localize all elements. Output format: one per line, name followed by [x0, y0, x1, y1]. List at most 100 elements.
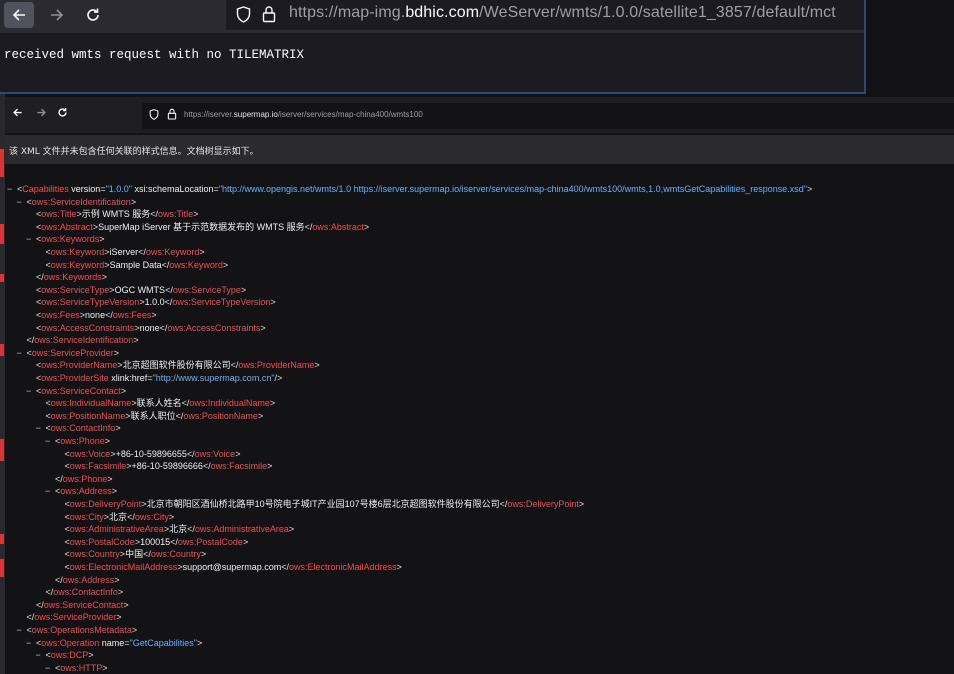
xml-tag-name: ows:AccessConstraints [41, 322, 135, 333]
xml-bracket: </ [36, 599, 44, 610]
xml-text: Sample Data [109, 259, 162, 270]
xml-line: − <ows:ServiceContact> [26, 385, 126, 397]
xml-tag-name: ows:Title [157, 209, 194, 220]
xml-bracket: > [260, 322, 266, 333]
collapse-toggle-icon[interactable]: − [36, 649, 46, 661]
xml-tag-name: ows:PositionName [50, 410, 126, 421]
collapse-toggle-icon[interactable]: − [45, 662, 55, 674]
background-red-mark [0, 559, 4, 577]
xml-line: − <ows:Operation name="GetCapabilities"> [26, 637, 202, 649]
xml-tag-name: ows:Keyword [145, 247, 200, 257]
xml-attr-name: xlink:href [108, 373, 148, 383]
xml-tag-name: ows:ServiceIdentification [34, 335, 134, 346]
xml-line: <ows:Facsimile>+86-10-59896666</ows:Facs… [55, 460, 273, 472]
xml-line: <ows:ProviderName>北京超图软件股份有限公司</ows:Prov… [26, 359, 320, 371]
xml-bracket: > [114, 574, 120, 585]
collapse-toggle-icon[interactable]: − [17, 624, 27, 636]
url-prefix: https://iserver. [184, 110, 234, 119]
xml-tag-name: ows:City [69, 511, 104, 522]
url-bar[interactable]: https://map-img.bdhic.com/WeServer/wmts/… [226, 0, 864, 30]
back-button[interactable] [4, 2, 34, 28]
xml-tag-name: ows:HTTP [60, 662, 103, 673]
collapse-toggle-icon[interactable]: − [26, 233, 36, 245]
xml-line: <ows:Keyword>Sample Data</ows:Keyword> [36, 259, 229, 271]
url-text: https://iserver.supermap.io/iserver/serv… [184, 110, 423, 119]
xml-bracket: </ [170, 536, 178, 547]
xml-bracket: > [151, 310, 157, 320]
collapse-toggle-icon[interactable]: − [45, 485, 55, 497]
xml-line: </ows:Phone> [45, 473, 113, 485]
xml-bracket: > [363, 221, 370, 232]
xml-tag-name: ows:Keyword [50, 247, 105, 257]
xml-bracket: > [396, 562, 402, 572]
xml-text: 中国 [125, 549, 144, 560]
xml-text: none [139, 322, 160, 333]
xml-text: 联系人姓名 [136, 398, 182, 409]
arrow-left-icon[interactable] [12, 107, 23, 118]
xml-text: 示例 WMTS 服务 [81, 209, 151, 220]
xml-bracket: > [270, 297, 276, 308]
reload-icon [87, 8, 99, 21]
xml-tag-name: ows:ServiceProvider [31, 347, 114, 358]
xml-line: − <Capabilities version="1.0.0" xsi:schem… [7, 183, 812, 195]
lock-icon[interactable] [167, 108, 177, 120]
xml-line: <ows:ElectronicMailAddress>support@super… [55, 561, 402, 573]
url-prefix: https://map-img. [289, 4, 406, 21]
xml-bracket: > [240, 284, 247, 295]
error-message: received wmts request with no TILEMATRIX [4, 48, 305, 62]
xml-bracket: > [197, 637, 203, 648]
url-path: /iserver/services/map-china400/wmts100 [277, 110, 423, 119]
xml-line: <ows:Keyword>iServer</ows:Keyword> [36, 246, 205, 258]
xml-line: <ows:PostalCode>100015</ows:PostalCode> [55, 536, 249, 548]
collapse-toggle-icon[interactable]: − [36, 422, 46, 434]
xml-text: 北京超图软件股份有限公司 [122, 360, 231, 371]
xml-tag-name: ows:PositionName [183, 410, 258, 421]
background-red-mark [0, 274, 4, 282]
xml-style-notice: 该 XML 文件并未包含任何关联的样式信息。文档树显示如下。 [5, 135, 954, 164]
collapse-toggle-icon[interactable]: − [7, 183, 17, 195]
xml-tag-name: ows:AccessConstraints [167, 322, 261, 333]
forward-button[interactable] [42, 2, 72, 28]
xml-bracket: </ [150, 209, 158, 220]
arrow-right-icon[interactable] [36, 107, 47, 118]
xml-line: − <ows:Address> [45, 485, 117, 497]
lock-icon[interactable] [262, 5, 276, 23]
arrow-left-icon [12, 9, 25, 21]
collapse-toggle-icon[interactable]: − [26, 637, 36, 649]
xml-text: 北京市朝阳区酒仙桥北路甲10号院电子城IT产业园107号楼6层北京超图软件股份有… [146, 499, 500, 509]
xml-tag-name: ows:ElectronicMailAddress [69, 562, 178, 572]
xml-bracket: > [133, 335, 139, 346]
xml-tag-name: ows:ServiceType [172, 284, 241, 295]
xml-bracket: > [117, 587, 124, 598]
collapse-toggle-icon[interactable]: − [45, 435, 55, 447]
xml-bracket: </ [186, 448, 195, 459]
arrow-right-icon [51, 9, 64, 21]
collapse-toggle-icon[interactable]: − [17, 196, 27, 208]
xml-tag-name: ows:City [134, 511, 169, 522]
shield-icon[interactable] [236, 6, 251, 23]
xml-tag-name: ows:ServiceProvider [34, 612, 117, 623]
reload-icon[interactable] [57, 107, 68, 118]
xml-line: − <ows:OperationsMetadata> [17, 624, 138, 636]
reload-button[interactable] [78, 2, 108, 28]
collapse-toggle-icon[interactable]: − [26, 385, 36, 397]
xml-bracket: > [88, 650, 94, 661]
xml-tag-name: ows:Fees [112, 310, 152, 320]
xml-tag-name: ows:IndividualName [50, 398, 132, 409]
xml-tag-name: Capabilities [22, 184, 69, 194]
xml-tag-name: ows:ElectronicMailAddress [289, 562, 397, 572]
xml-text: 北京 [169, 524, 188, 535]
xml-text: +86-10-59896666 [131, 461, 203, 472]
xml-line: </ows:ServiceIdentification> [17, 334, 139, 346]
xml-tag-name: ows:Keyword [50, 259, 105, 270]
xml-tag-name: ows:IndividualName [189, 398, 270, 409]
xml-bracket: > [199, 247, 205, 257]
xml-bracket: > [101, 272, 108, 283]
xml-line: − <ows:DCP> [36, 649, 94, 661]
xml-attr-value: "http://www.supermap.com.cn" [152, 373, 275, 383]
shield-icon[interactable] [149, 109, 159, 120]
xml-bracket: > [111, 486, 118, 497]
collapse-toggle-icon[interactable]: − [17, 347, 27, 359]
xml-tag-name: ows:Country [69, 549, 120, 560]
url-bar[interactable]: https://iserver.supermap.io/iserver/serv… [142, 103, 954, 129]
